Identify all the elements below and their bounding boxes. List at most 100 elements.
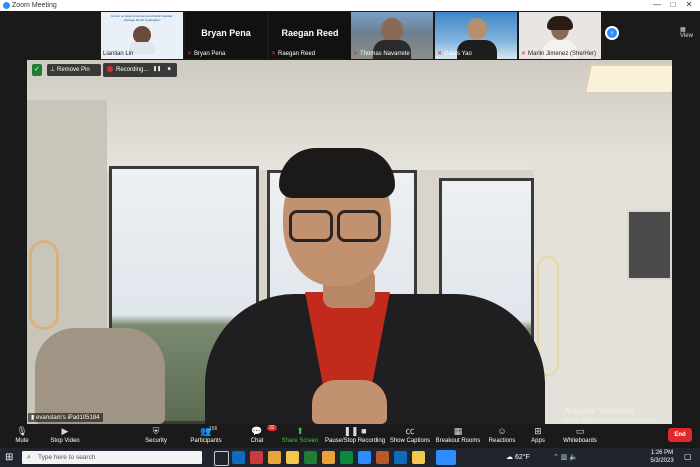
search-icon: ⌕ [27, 454, 31, 461]
video-camera-icon: ▶ [61, 426, 69, 436]
breakout-rooms-button[interactable]: ▦ Breakout Rooms [435, 426, 481, 448]
mic-muted-icon: ✕ [521, 51, 527, 57]
close-button[interactable]: ✕ [682, 0, 696, 11]
participants-count: 156 [209, 426, 218, 432]
chat-badge: 32 [267, 425, 277, 431]
wall-art [627, 210, 672, 280]
captions-button[interactable]: ㏄ Show Captions [389, 426, 431, 448]
participant-tile-raegan[interactable]: Raegan Reed ✕ Raegan Reed [269, 12, 351, 59]
taskbar-app-icon[interactable] [394, 451, 407, 464]
recording-indicator: Recording... ❚❚ ■ [103, 63, 177, 77]
grid-icon: ▦ [453, 426, 463, 436]
taskbar-app-icon[interactable] [376, 451, 389, 464]
smiley-icon: ☺ [497, 426, 507, 436]
participant-strip: Forum on Asian American and Pacific Isla… [0, 11, 700, 60]
clock-time: 1:26 PM [650, 450, 674, 456]
participant-tile-bryan[interactable]: Bryan Pena ✕ Bryan Pena [185, 12, 267, 59]
taskbar-clock[interactable]: 1:26 PM 5/3/2023 [646, 449, 678, 465]
glasses-right [337, 210, 381, 242]
apps-icon: ⊞ [534, 426, 542, 436]
taskbar-app-icon[interactable] [250, 451, 263, 464]
chevron-up-icon: ⌃ [553, 454, 559, 461]
weather-icon: ☁ [506, 454, 513, 461]
cc-icon: ㏄ [405, 426, 415, 436]
taskbar-app-icon[interactable] [358, 451, 371, 464]
zoom-taskbar-icon[interactable] [436, 450, 456, 465]
speaker-hands [312, 380, 387, 424]
glasses-left [289, 210, 333, 242]
taskbar-app-icon[interactable] [304, 451, 317, 464]
taskbar-app-icon[interactable] [268, 451, 281, 464]
participant-tile-marlin[interactable]: ✕ Marlin Jimenez (She/Her) [519, 12, 601, 59]
volume-icon: 🔈 [569, 454, 579, 461]
taskbar-search-input[interactable]: ⌕ Type here to search [22, 451, 202, 464]
notification-icon[interactable]: ▢ [684, 452, 692, 461]
main-speaker-video [27, 60, 672, 424]
apps-button[interactable]: ⊞ Apps [526, 426, 550, 448]
mic-muted-icon: ✕ [271, 51, 277, 57]
view-button[interactable]: ▦ View [680, 26, 700, 39]
chevron-right-icon: › [610, 28, 614, 37]
end-meeting-button[interactable]: End [668, 428, 692, 442]
taskbar-app-icon[interactable] [412, 451, 425, 464]
participant-name: Lianlian Lin [103, 51, 134, 57]
pin-icon: ⊥ [50, 67, 56, 73]
participant-name: ✕ Thomas Navarrete [353, 51, 410, 57]
stop-recording-button[interactable]: ■ [164, 64, 175, 75]
window-title: Zoom Meeting [12, 2, 57, 9]
shield-icon: ⛨ [152, 426, 160, 436]
participant-tile-thomas[interactable]: ✕ Thomas Navarrete [351, 12, 433, 59]
meeting-toolbar: 🎙 Mute ▶ Stop Video ⛨ Security 👥 156 Particip… [0, 424, 700, 448]
people-icon: 👥 [200, 426, 212, 436]
taskbar-app-icon[interactable] [232, 451, 245, 464]
participant-tile-lianlian[interactable]: Forum on Asian American and Pacific Isla… [101, 12, 183, 59]
windows-start-icon[interactable]: ⊞ [5, 452, 13, 463]
participant-name: ✕ Bryan Pena [187, 51, 226, 57]
participant-video-face [381, 18, 403, 42]
maximize-button[interactable]: □ [666, 0, 680, 11]
participant-video-face [467, 18, 487, 40]
task-view-icon[interactable] [214, 451, 229, 466]
participant-name: ✕ Gates Yao [437, 51, 472, 57]
participant-big-name: Bryan Pena [201, 28, 251, 38]
chair [35, 328, 165, 424]
taskbar-app-icon[interactable] [340, 451, 353, 464]
slide-title-line2: Heritage Month Celebration [123, 18, 161, 22]
recording-label: Recording... [116, 67, 149, 73]
taskbar-app-icon[interactable] [322, 451, 335, 464]
record-button[interactable]: ❚❚ ■ Pause/Stop Recording [325, 426, 385, 448]
speaker-hair [279, 148, 395, 198]
participants-button[interactable]: 👥 156 Participants [187, 426, 225, 448]
mic-muted-icon: ✕ [187, 51, 193, 57]
minimize-button[interactable]: — [650, 0, 664, 11]
chat-button[interactable]: 💬 32 Chat [246, 425, 277, 448]
weather-widget[interactable]: ☁ 62°F [506, 452, 530, 463]
stop-video-button[interactable]: ▶ Stop Video [46, 426, 84, 448]
speaker-name-label: ▮ evanslam's iPad105184 [28, 413, 103, 422]
share-screen-button[interactable]: ⬆ Share Screen [280, 426, 320, 448]
activate-windows-watermark: Activate Windows Go to Settings to activ… [564, 406, 659, 426]
participant-big-name: Raegan Reed [281, 28, 339, 38]
next-page-button[interactable]: › [605, 26, 619, 40]
shield-icon[interactable]: ✓ [32, 64, 42, 76]
participant-video-hair [547, 16, 573, 30]
recording-dot-icon [107, 66, 113, 73]
network-icon: ▥ [560, 454, 568, 461]
participant-name: ✕ Marlin Jimenez (She/Her) [521, 51, 597, 57]
remove-pin-label: Remove Pin [57, 67, 90, 73]
remove-pin-button[interactable]: ⊥ Remove Pin [47, 64, 101, 76]
participant-tile-gates[interactable]: ✕ Gates Yao [435, 12, 517, 59]
zoom-logo-icon [3, 2, 10, 9]
system-tray[interactable]: ⌃ ▥ 🔈 [553, 452, 578, 463]
whiteboards-button[interactable]: ▭ Whiteboards [561, 426, 599, 448]
taskbar-app-icon[interactable] [286, 451, 299, 464]
security-button[interactable]: ⛨ Security [141, 426, 171, 448]
whiteboard-icon: ▭ [575, 426, 585, 436]
share-arrow-icon: ⬆ [296, 426, 304, 436]
reactions-button[interactable]: ☺ Reactions [487, 426, 517, 448]
mute-button[interactable]: 🎙 Mute [8, 426, 36, 448]
pause-recording-button[interactable]: ❚❚ [152, 64, 163, 75]
pause-stop-icon: ❚❚ ■ [343, 426, 367, 436]
signal-icon: ▮ [31, 415, 35, 421]
wall-lamp [29, 240, 59, 330]
